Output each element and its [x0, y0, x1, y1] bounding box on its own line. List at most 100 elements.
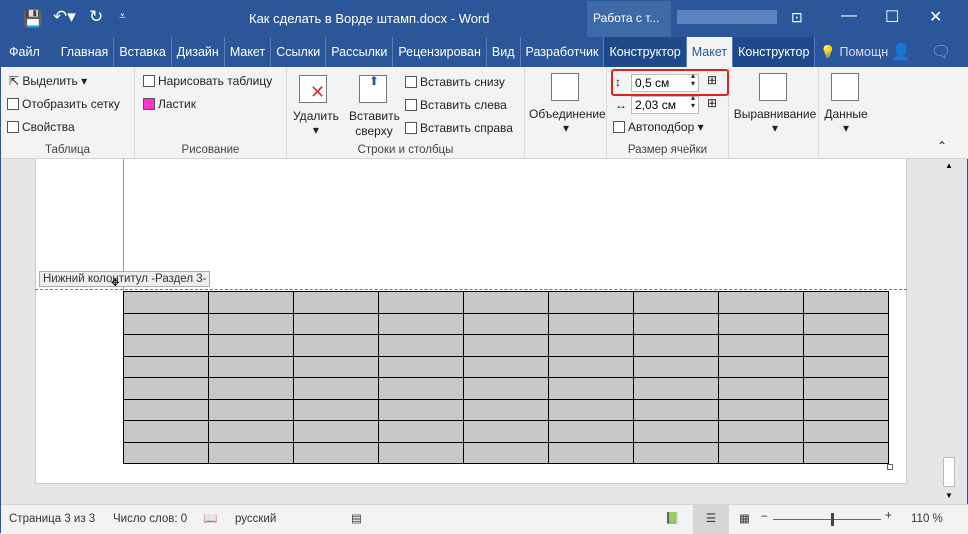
insert-above-button[interactable]: Вставить сверху — [349, 109, 400, 139]
tell-me[interactable]: 💡 Помощн — [815, 37, 893, 67]
zoom-slider[interactable] — [773, 519, 881, 520]
table-cell[interactable] — [718, 312, 804, 335]
column-width-spinner[interactable]: ▴ ▾ — [691, 94, 695, 110]
minimize-icon[interactable]: — — [841, 7, 857, 25]
customize-qat-icon[interactable]: ⩡ — [119, 9, 126, 24]
table-cell[interactable] — [633, 420, 719, 443]
merge-button[interactable]: Объединение ▾ — [525, 67, 607, 159]
tab-layout[interactable]: Макет — [225, 37, 272, 67]
table-cell[interactable] — [463, 291, 549, 314]
table-cell[interactable] — [803, 334, 889, 357]
collapse-ribbon-icon[interactable]: ⌃ — [937, 139, 947, 153]
table-cell[interactable] — [803, 355, 889, 378]
table-cell[interactable] — [718, 334, 804, 357]
scroll-thumb[interactable] — [943, 457, 955, 487]
table-cell[interactable] — [548, 441, 634, 464]
table-cell[interactable] — [718, 291, 804, 314]
redo-icon[interactable]: ↻ — [89, 7, 103, 27]
table-cell[interactable] — [718, 377, 804, 400]
column-width-input[interactable]: 2,03 см — [631, 96, 699, 114]
table-cell[interactable] — [378, 334, 464, 357]
table-cell[interactable] — [378, 291, 464, 314]
select-button[interactable]: ⇱ Выделить ▾ — [9, 74, 87, 88]
undo-icon[interactable]: ↶▾ — [53, 7, 76, 27]
tab-review[interactable]: Рецензирован — [393, 37, 487, 67]
zoom-out-button[interactable]: − — [761, 511, 768, 523]
table-cell[interactable] — [633, 291, 719, 314]
scroll-down-icon[interactable]: ▼ — [945, 491, 953, 500]
insert-left-button[interactable]: Вставить слева — [405, 98, 507, 112]
maximize-icon[interactable]: ☐ — [885, 7, 899, 27]
vertical-scrollbar[interactable]: ▲ ▼ — [941, 159, 957, 504]
row-height-input[interactable]: 0,5 см — [631, 74, 699, 92]
table-cell[interactable] — [293, 377, 379, 400]
distribute-rows-icon[interactable]: ⊞ — [707, 73, 717, 87]
autofit-button[interactable]: Автоподбор ▾ — [613, 120, 704, 134]
table-cell[interactable] — [293, 355, 379, 378]
table-cell[interactable] — [548, 334, 634, 357]
table-cell[interactable] — [548, 398, 634, 421]
table-cell[interactable] — [463, 312, 549, 335]
table-cell[interactable] — [803, 398, 889, 421]
eraser-button[interactable]: Ластик — [143, 97, 196, 111]
table-cell[interactable] — [123, 312, 209, 335]
tab-table-layout[interactable]: Макет — [686, 37, 734, 67]
tab-home[interactable]: Главная — [56, 37, 115, 67]
save-icon[interactable]: 💾 — [23, 9, 43, 29]
language[interactable]: русский — [235, 513, 276, 525]
table-cell[interactable] — [123, 291, 209, 314]
share-icon[interactable]: 👤 — [891, 42, 911, 62]
comments-icon[interactable]: 🗨 — [931, 42, 951, 62]
table-cell[interactable] — [123, 355, 209, 378]
zoom-slider-thumb[interactable] — [831, 513, 834, 526]
table-cell[interactable] — [293, 334, 379, 357]
table-cell[interactable] — [208, 312, 294, 335]
print-layout-icon[interactable]: ☰ — [693, 505, 729, 534]
data-button[interactable]: Данные ▾ — [819, 67, 871, 159]
row-height-spinner[interactable]: ▴ ▾ — [691, 72, 695, 88]
table-cell[interactable] — [548, 312, 634, 335]
word-count[interactable]: Число слов: 0 — [113, 513, 187, 525]
tab-mailings[interactable]: Рассылки — [326, 37, 394, 67]
tab-file[interactable]: Файл — [1, 37, 56, 67]
table-cell[interactable] — [718, 420, 804, 443]
table-cell[interactable] — [208, 377, 294, 400]
table-cell[interactable] — [123, 441, 209, 464]
insert-below-button[interactable]: Вставить снизу — [405, 75, 505, 89]
macro-icon[interactable]: ▤ — [351, 511, 362, 525]
table-cell[interactable] — [718, 398, 804, 421]
ribbon-display-icon[interactable]: ⊡ — [791, 9, 803, 26]
table-cell[interactable] — [378, 398, 464, 421]
tab-table-design[interactable]: Конструктор — [733, 37, 816, 67]
alignment-button[interactable]: Выравнивание ▾ — [729, 67, 819, 159]
scroll-up-icon[interactable]: ▲ — [945, 161, 953, 170]
table-cell[interactable] — [378, 377, 464, 400]
table-cell[interactable] — [463, 441, 549, 464]
table-cell[interactable] — [548, 420, 634, 443]
draw-table-button[interactable]: Нарисовать таблицу — [143, 74, 272, 88]
table-cell[interactable] — [208, 420, 294, 443]
table-cell[interactable] — [378, 420, 464, 443]
table-cell[interactable] — [293, 420, 379, 443]
table-cell[interactable] — [208, 334, 294, 357]
distribute-columns-icon[interactable]: ⊞ — [707, 96, 717, 110]
tab-view[interactable]: Вид — [487, 37, 521, 67]
table-cell[interactable] — [208, 398, 294, 421]
table-cell[interactable] — [123, 420, 209, 443]
table-cell[interactable] — [803, 441, 889, 464]
table-cell[interactable] — [548, 355, 634, 378]
table-cell[interactable] — [463, 420, 549, 443]
table-move-handle-icon[interactable]: ✥ — [111, 278, 119, 289]
table-cell[interactable] — [208, 291, 294, 314]
page-count[interactable]: Страница 3 из 3 — [9, 513, 95, 525]
table-cell[interactable] — [378, 441, 464, 464]
table-cell[interactable] — [548, 377, 634, 400]
table-cell[interactable] — [633, 441, 719, 464]
table-cell[interactable] — [463, 377, 549, 400]
table-cell[interactable] — [123, 377, 209, 400]
tab-design[interactable]: Дизайн — [172, 37, 225, 67]
delete-button[interactable]: Удалить ▾ — [293, 109, 339, 137]
tab-constructor[interactable]: Конструктор — [604, 37, 687, 67]
table-cell[interactable] — [463, 355, 549, 378]
table-cell[interactable] — [718, 441, 804, 464]
